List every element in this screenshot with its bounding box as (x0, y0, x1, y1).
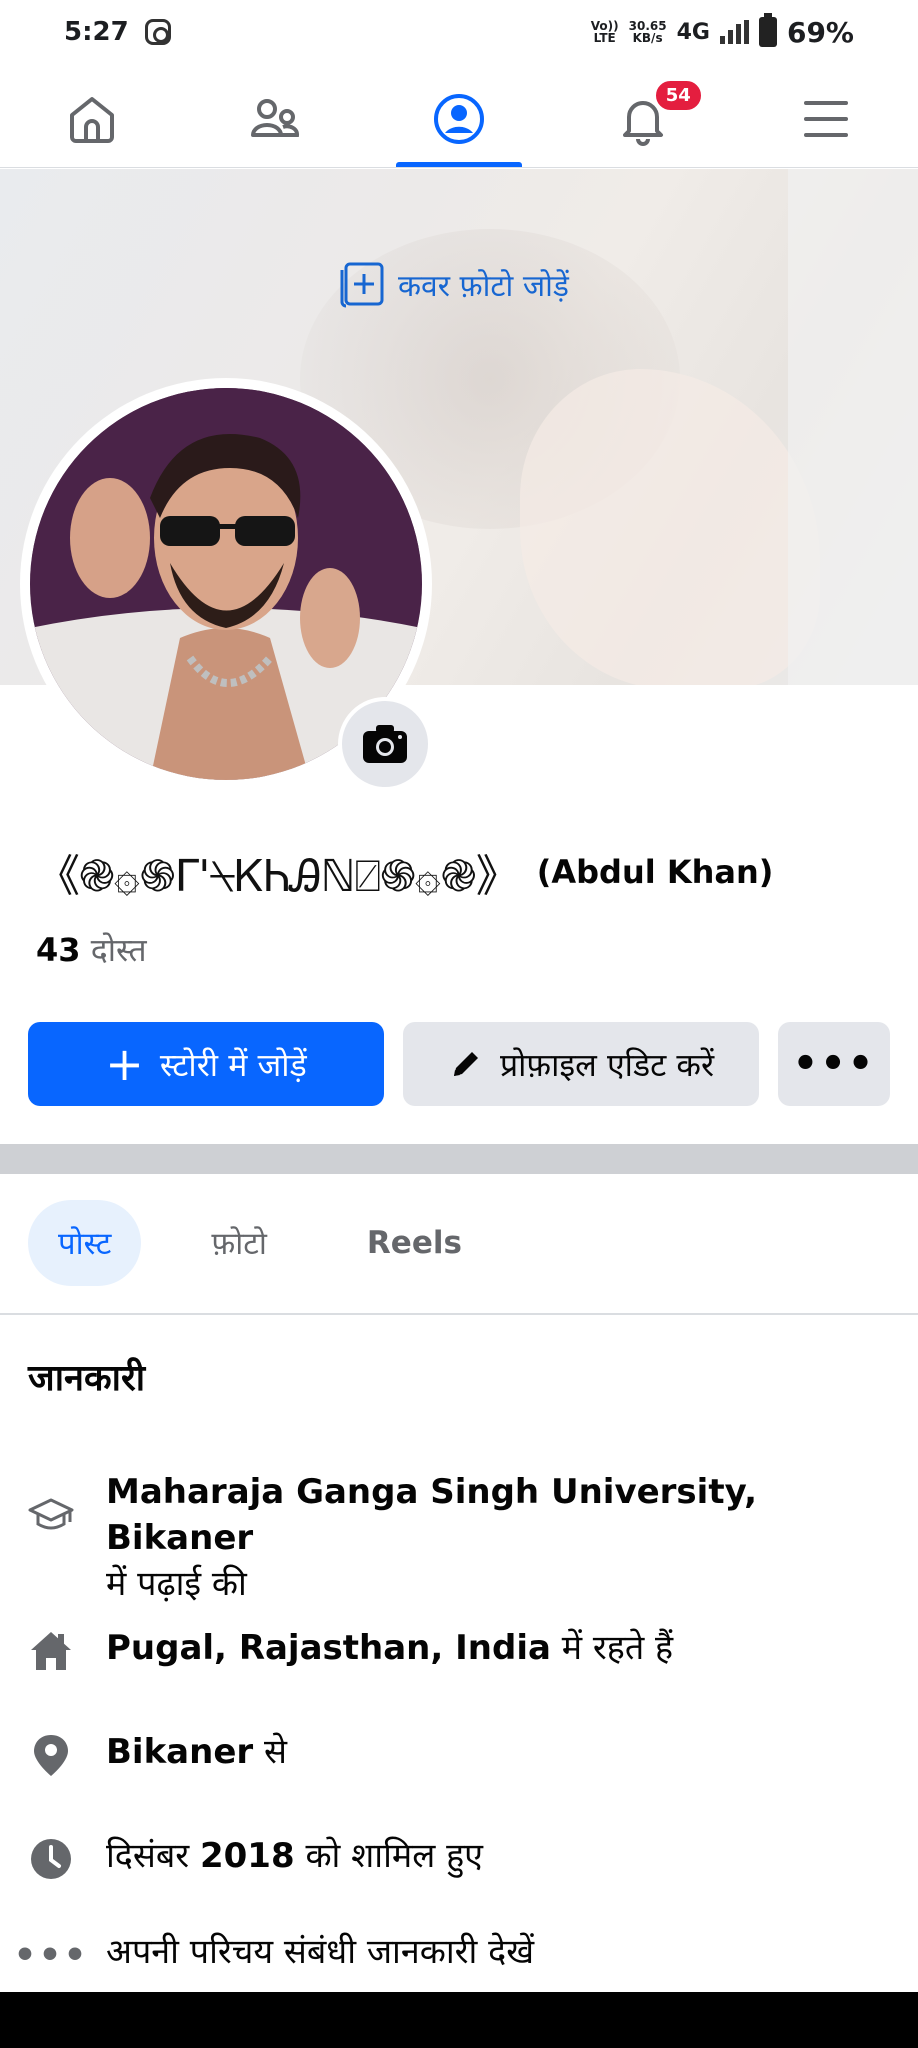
signal-icon (719, 20, 749, 44)
cover-hand-shape (520, 369, 820, 685)
from-text: Bikaner से (106, 1730, 287, 1776)
dots-icon-wrap: ••• (13, 1930, 86, 1980)
system-navigation-bar (0, 1992, 918, 2048)
profile-name-row: 《֎۞֍Γ'⍀ᏦᏂᎯℕ⍁֍۞֎》 (Abdul Khan) (36, 840, 896, 904)
edit-profile-button[interactable]: प्रोफ़ाइल एडिट करें (403, 1022, 759, 1106)
battery-percent: 69% (786, 15, 854, 49)
battery-icon (758, 13, 777, 47)
instagram-notification-icon (144, 19, 171, 45)
location-icon-wrap (26, 1730, 76, 1780)
friends-count-number: 43 (36, 931, 81, 969)
camera-icon (363, 725, 407, 763)
home-icon-wrap (26, 1626, 76, 1676)
more-dots-icon: ••• (13, 1934, 89, 1976)
graduation-cap-icon (28, 1498, 74, 1530)
education-icon-wrap (26, 1490, 76, 1540)
plus-icon: + (105, 1037, 144, 1091)
from-place: Bikaner (106, 1732, 254, 1772)
profile-display-name: 《֎۞֍Γ'⍀ᏦᏂᎯℕ⍁֍۞֎》 (36, 851, 520, 902)
nav-menu[interactable] (734, 70, 918, 167)
more-options-button[interactable]: ••• (778, 1022, 890, 1106)
joined-suffix: को शामिल हुए (305, 1836, 483, 1876)
joined-prefix: दिसंबर (106, 1836, 190, 1876)
profile-icon (433, 93, 484, 144)
add-cover-label: कवर फ़ोटो जोड़ें (398, 268, 569, 304)
joined-text: दिसंबर 2018 को शामिल हुए (106, 1834, 483, 1880)
see-more-text[interactable]: अपनी परिचय संबंधी जानकारी देखें (106, 1930, 534, 1976)
nav-home[interactable] (0, 70, 184, 167)
lte-label: LTE (593, 31, 616, 45)
about-title: जानकारी (28, 1358, 146, 1399)
friends-count-label: दोस्त (90, 931, 147, 969)
edit-profile-label: प्रोफ़ाइल एडिट करें (499, 1045, 715, 1084)
add-cover-photo-button[interactable]: कवर फ़ोटो जोड़ें (336, 258, 569, 310)
top-nav: 54 (0, 70, 918, 168)
profile-real-name: (Abdul Khan) (536, 853, 774, 891)
status-bar: 5:27 Vo)) LTE 30.65 KB/s 4G 69% (0, 0, 918, 64)
network-speed: 30.65 KB/s (629, 20, 667, 44)
add-to-story-button[interactable]: + स्टोरी में जोड़ें (28, 1022, 384, 1106)
tabs-divider (0, 1313, 918, 1315)
lives-place: Pugal, Rajasthan, India (106, 1628, 551, 1668)
nav-profile[interactable] (367, 70, 551, 167)
add-photo-icon (340, 262, 384, 308)
add-to-story-label: स्टोरी में जोड़ें (159, 1045, 307, 1084)
education-suffix: में पढ़ाई की (106, 1563, 247, 1604)
clock-icon (31, 1839, 71, 1879)
from-suffix: से (263, 1732, 287, 1772)
friends-count[interactable]: 43 दोस्त (36, 928, 147, 971)
location-pin-icon (34, 1735, 68, 1776)
more-options-icon: ••• (792, 1041, 876, 1087)
friends-icon (251, 98, 300, 137)
tab-reels[interactable]: Reels (337, 1200, 492, 1286)
lives-suffix: में रहते हैं (561, 1628, 674, 1668)
tab-photos[interactable]: फ़ोटो (181, 1200, 297, 1286)
tab-posts[interactable]: पोस्ट (28, 1200, 142, 1286)
status-time: 5:27 (64, 17, 129, 47)
hamburger-menu-icon (804, 100, 849, 137)
about-from: Bikaner से (26, 1730, 886, 1780)
home-icon (69, 96, 114, 143)
cover-edge (788, 169, 918, 685)
nav-notifications[interactable]: 54 (551, 70, 735, 167)
education-place: Maharaja Ganga Singh University, Bikaner (106, 1472, 758, 1558)
status-indicators: Vo)) LTE 30.65 KB/s 4G 69% (591, 13, 854, 49)
joined-year: 2018 (199, 1836, 295, 1876)
notification-badge: 54 (652, 78, 704, 113)
network-speed-unit: KB/s (632, 31, 663, 45)
about-joined: दिसंबर 2018 को शामिल हुए (26, 1834, 886, 1884)
clock-icon-wrap (26, 1834, 76, 1884)
pencil-icon (453, 1052, 478, 1076)
lives-text: Pugal, Rajasthan, India में रहते हैं (106, 1626, 673, 1672)
education-text: Maharaja Ganga Singh University, Bikaner… (106, 1470, 886, 1608)
section-divider (0, 1144, 918, 1174)
nav-friends[interactable] (184, 70, 368, 167)
network-type: 4G (676, 19, 710, 45)
volte-indicator: Vo)) LTE (591, 20, 619, 44)
about-education: Maharaja Ganga Singh University, Bikaner… (26, 1470, 886, 1608)
about-lives-in: Pugal, Rajasthan, India में रहते हैं (26, 1626, 886, 1676)
change-profile-photo-button[interactable] (338, 697, 432, 791)
house-icon (31, 1632, 71, 1670)
profile-tabs: पोस्ट फ़ोटो Reels (28, 1200, 492, 1286)
about-see-more[interactable]: ••• अपनी परिचय संबंधी जानकारी देखें (13, 1930, 886, 1980)
